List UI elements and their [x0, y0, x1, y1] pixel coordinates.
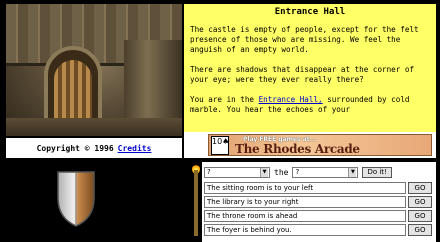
go-button[interactable]: GO [408, 182, 432, 194]
suggestion-row: The foyer is behind you. GO [204, 224, 434, 237]
suggestion-field[interactable]: The sitting room is to your left [204, 182, 406, 194]
verb-select[interactable]: ? ▼ [204, 166, 270, 178]
suggestion-field[interactable]: The library is to your right [204, 196, 406, 208]
ad-title: The Rhodes Arcade [235, 142, 360, 156]
ad-area: 10♠ Play FREE games at... The Rhodes Arc… [184, 132, 436, 158]
go-button[interactable]: GO [408, 196, 432, 208]
room-link[interactable]: Entrance Hall, [259, 95, 323, 104]
command-row: ? ▼ the ? ▼ Do it! [204, 166, 392, 178]
suggestion-row: The library is to your right GO [204, 196, 434, 209]
credits-link[interactable]: Credits [118, 144, 152, 153]
description-paragraph: You are in the Entrance Hall, surrounded… [190, 95, 430, 115]
playing-card-icon: 10♠ [211, 136, 229, 155]
suggestion-row: The throne room is ahead GO [204, 210, 434, 223]
copyright-text: Copyright © 1996 [36, 143, 114, 153]
room-title: Entrance Hall [274, 7, 346, 17]
go-button[interactable]: GO [408, 210, 432, 222]
do-it-button[interactable]: Do it! [362, 166, 392, 178]
suggestion-row: The sitting room is to your left GO [204, 182, 434, 195]
suggestion-field[interactable]: The throne room is ahead [204, 210, 406, 222]
credits-bar: Copyright © 1996 Credits [6, 136, 182, 158]
chevron-down-icon: ▼ [260, 167, 268, 177]
scene-view [6, 4, 182, 136]
game-window: Copyright © 1996 Credits Entrance Hall T… [0, 0, 440, 242]
object-select[interactable]: ? ▼ [292, 166, 359, 178]
description-paragraph: The castle is empty of people, except fo… [190, 25, 419, 54]
stone-floor [6, 118, 182, 136]
arcade-ad-banner[interactable]: 10♠ Play FREE games at... The Rhodes Arc… [208, 134, 432, 156]
object-select-value: ? [295, 168, 300, 176]
suggestion-field[interactable]: The foyer is behind you. [204, 224, 406, 236]
inventory-panel [6, 162, 202, 240]
the-label: the [274, 167, 289, 177]
verb-select-value: ? [207, 168, 211, 176]
paragraph-text: You are in the [190, 95, 259, 104]
chevron-down-icon: ▼ [348, 167, 357, 177]
description-paragraph: There are shadows that disappear at the … [190, 65, 415, 84]
command-panel: ? ▼ the ? ▼ Do it! The sitting room is t… [202, 162, 436, 242]
shield-icon[interactable] [56, 168, 96, 228]
torch-icon[interactable] [194, 170, 198, 236]
go-button[interactable]: GO [408, 224, 432, 236]
room-description-panel: Entrance Hall The castle is empty of peo… [184, 4, 436, 132]
